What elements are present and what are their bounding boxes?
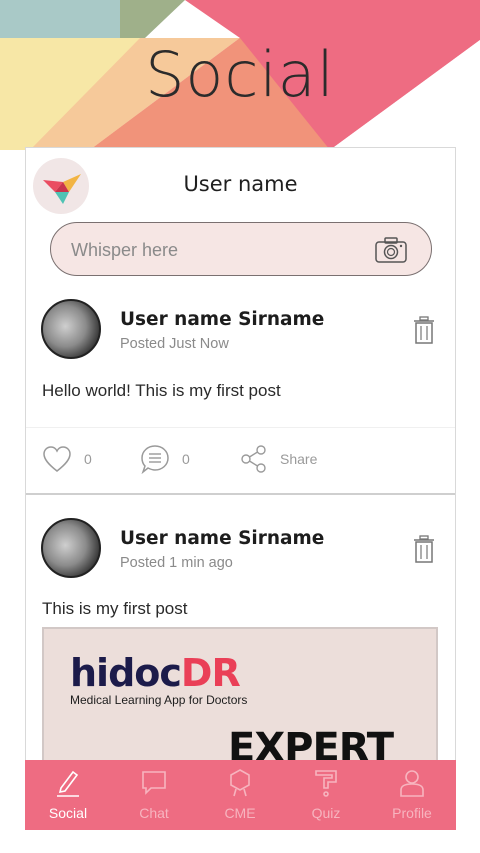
brand-logo: hidocDR xyxy=(70,651,241,695)
page-title: Social xyxy=(145,38,335,111)
feed-card: User name User name Sirname Posted Just … xyxy=(25,147,456,830)
tab-label: CME xyxy=(224,805,256,821)
tab-chat[interactable]: Chat xyxy=(111,760,197,830)
post-author[interactable]: User name Sirname xyxy=(120,528,324,549)
avatar[interactable] xyxy=(41,299,101,359)
tab-social[interactable]: Social xyxy=(25,760,111,830)
bottom-tab-bar: Social Chat CME Quiz Profile xyxy=(25,760,456,830)
share-icon xyxy=(241,445,266,473)
tab-label: Quiz xyxy=(311,805,341,821)
brand-tagline: Medical Learning App for Doctors xyxy=(70,693,248,707)
top-bar: User name xyxy=(26,148,455,218)
comment-icon xyxy=(141,445,169,474)
post-item: User name Sirname Posted 1 min ago This … xyxy=(26,510,455,787)
header-banner: Social xyxy=(0,0,480,150)
question-icon xyxy=(315,770,337,797)
post-text: Hello world! This is my first post xyxy=(42,381,281,400)
share-button[interactable]: Share xyxy=(240,444,317,474)
share-label: Share xyxy=(280,451,318,467)
chat-icon xyxy=(142,771,166,795)
person-icon xyxy=(400,770,424,797)
trash-icon[interactable] xyxy=(413,535,435,563)
tab-cme[interactable]: CME xyxy=(197,760,283,830)
post-item: User name Sirname Posted Just Now Hello … xyxy=(26,291,455,495)
camera-icon[interactable] xyxy=(375,237,407,263)
post-author[interactable]: User name Sirname xyxy=(120,309,324,330)
username-title: User name xyxy=(183,172,298,196)
tab-label: Social xyxy=(48,805,88,821)
post-text: This is my first post xyxy=(42,599,188,618)
post-timestamp: Posted Just Now xyxy=(120,336,229,352)
comment-count: 0 xyxy=(182,451,190,467)
whisper-box[interactable] xyxy=(50,222,432,276)
avatar[interactable] xyxy=(41,518,101,578)
heart-icon xyxy=(43,446,71,472)
tab-label: Profile xyxy=(392,805,432,821)
post-timestamp: Posted 1 min ago xyxy=(120,555,233,571)
post-actions: 0 0 Share xyxy=(26,427,455,490)
tab-label: Chat xyxy=(139,805,169,821)
like-count: 0 xyxy=(84,451,92,467)
whisper-input[interactable] xyxy=(69,235,373,265)
tab-quiz[interactable]: Quiz xyxy=(283,760,369,830)
badge-icon xyxy=(230,769,250,797)
tab-profile[interactable]: Profile xyxy=(369,760,455,830)
trash-icon[interactable] xyxy=(413,316,435,344)
comment-button[interactable]: 0 xyxy=(140,444,190,474)
pencil-icon xyxy=(57,770,79,797)
like-button[interactable]: 0 xyxy=(42,444,92,474)
